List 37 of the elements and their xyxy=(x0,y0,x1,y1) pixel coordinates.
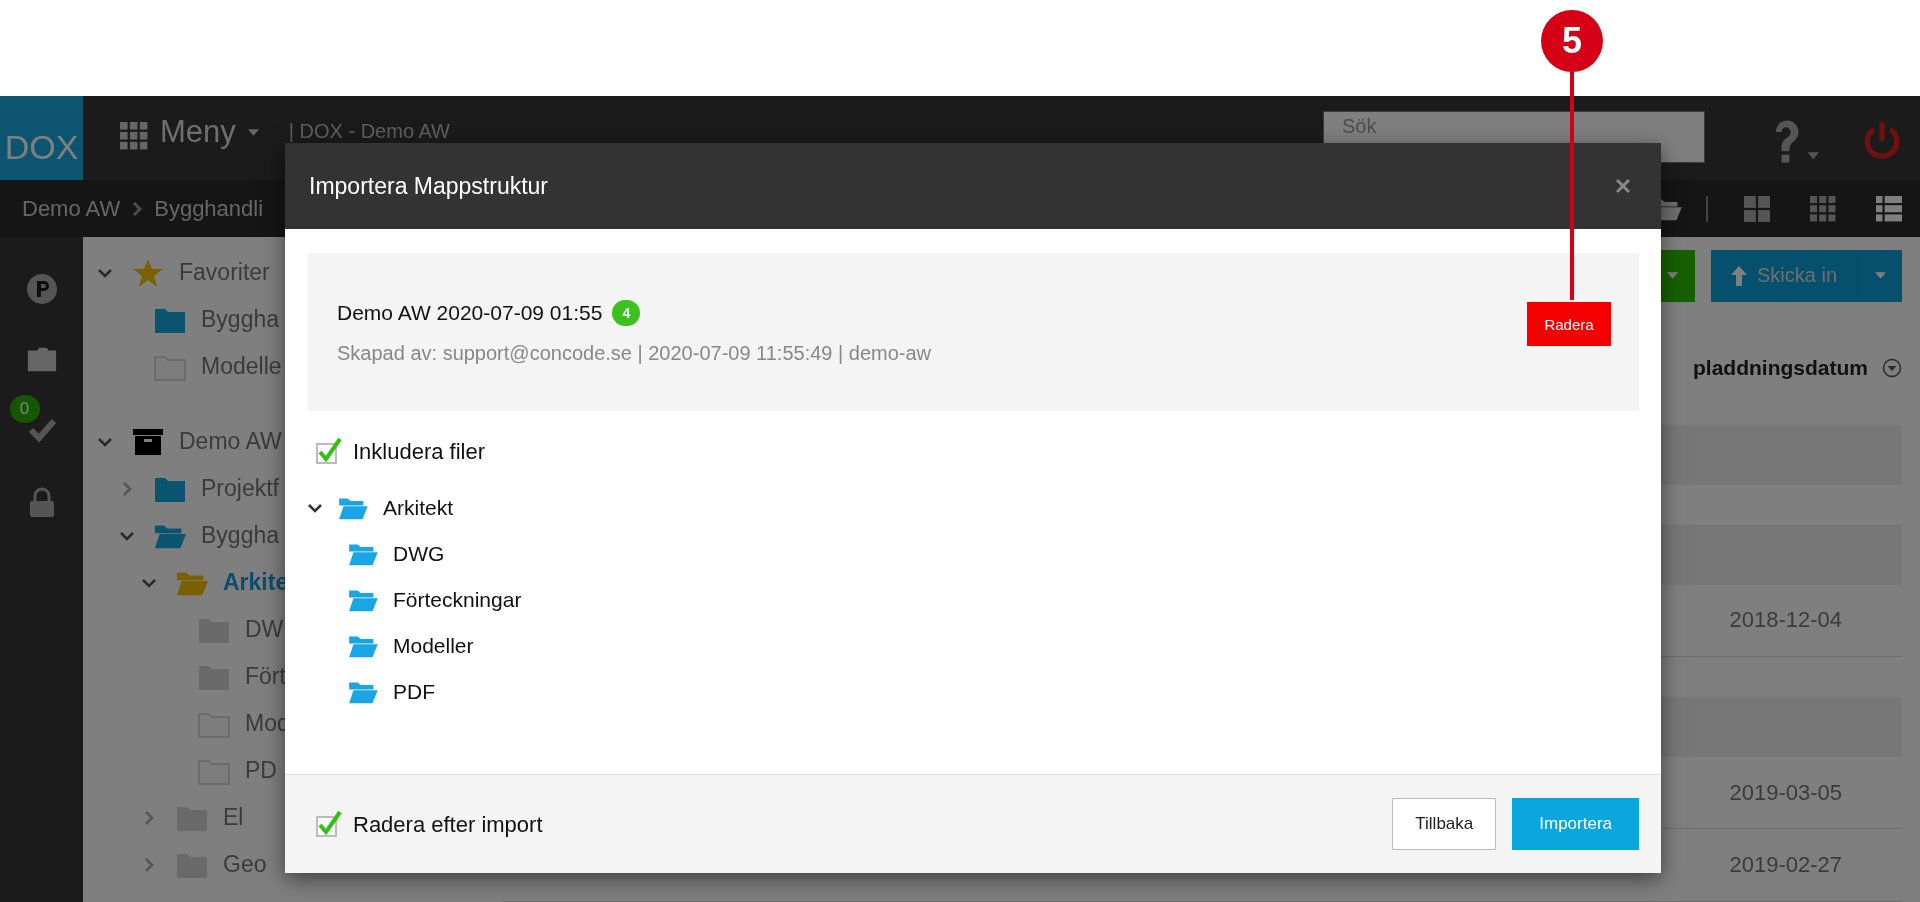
page-title: | DOX - Demo AW xyxy=(288,120,450,143)
back-button[interactable]: Tillbaka xyxy=(1392,798,1497,850)
tree-item[interactable]: Byggha xyxy=(201,306,279,333)
tree-item[interactable]: Fört xyxy=(245,663,286,690)
tree-item[interactable]: Geo xyxy=(223,851,267,878)
tree-item[interactable]: Arkite xyxy=(223,569,289,596)
folder-name: Modeller xyxy=(393,634,474,658)
table-cell: 2019-02-27 xyxy=(1729,852,1842,879)
table-cell: 2018-12-04 xyxy=(1729,607,1842,634)
import-button[interactable]: Importera xyxy=(1512,798,1639,850)
count-badge: 4 xyxy=(612,299,641,326)
folder-name: DWG xyxy=(393,542,445,566)
tree-item[interactable]: PD xyxy=(245,757,277,784)
menu-button[interactable]: Meny xyxy=(160,114,259,150)
import-name: Demo AW 2020-07-09 01:55 xyxy=(337,300,603,325)
count-badge: 0 xyxy=(9,395,40,423)
submit-button[interactable]: Skicka in xyxy=(1710,250,1857,302)
import-details: Skapad av: support@concode.se | 2020-07-09 11:55:49 | demo-aw xyxy=(337,341,933,365)
tree-item[interactable]: Byggha xyxy=(201,522,279,549)
tree-item[interactable]: El xyxy=(223,804,244,831)
tree-item[interactable]: Demo AW xyxy=(179,428,282,455)
tree-item[interactable]: DW xyxy=(245,616,284,643)
app-logo[interactable]: DOX xyxy=(0,96,83,180)
dialog-title: Importera Mappstruktur xyxy=(309,172,550,200)
folder-name: PDF xyxy=(393,680,435,704)
delete-button[interactable]: Radera xyxy=(1527,302,1611,346)
checkbox-label[interactable]: Radera efter import xyxy=(353,812,543,838)
column-header[interactable]: pladdningsdatum xyxy=(1693,355,1868,380)
checkbox-label[interactable]: Inkludera filer xyxy=(353,439,486,465)
breadcrumb-link[interactable]: Bygghandli xyxy=(154,195,264,222)
tree-item[interactable]: Favoriter xyxy=(179,259,270,286)
folder-name: Arkitekt xyxy=(383,496,453,520)
tree-item[interactable]: Projektf xyxy=(201,475,279,502)
tree-item[interactable]: Modelle xyxy=(201,353,282,380)
folder-name: Förteckningar xyxy=(393,588,522,612)
breadcrumb-link[interactable]: Demo AW xyxy=(22,195,121,222)
table-cell: 2019-03-05 xyxy=(1729,779,1842,806)
